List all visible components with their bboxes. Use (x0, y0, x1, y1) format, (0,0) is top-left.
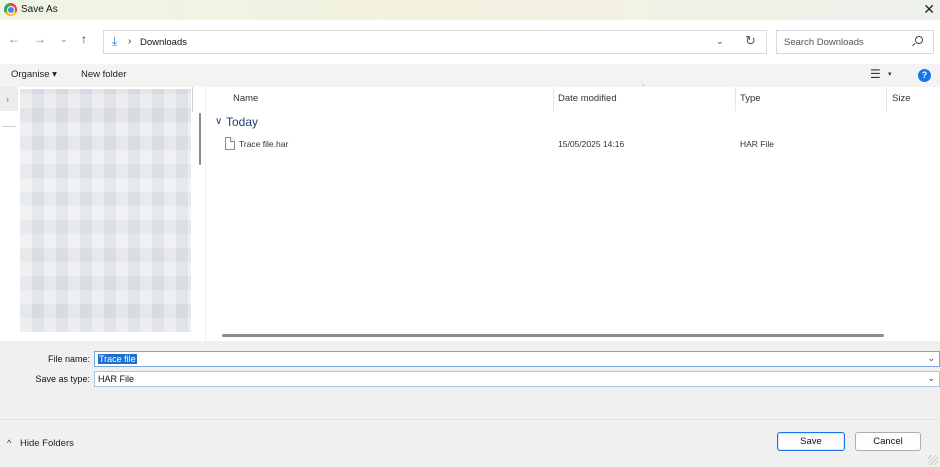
recent-locations-chevron-icon[interactable]: ⌄ (60, 34, 68, 45)
save-form: File name: Trace file ⌄ Save as type: HA… (0, 341, 940, 419)
divider (192, 87, 193, 112)
file-type-cell: HAR File (740, 139, 775, 149)
horizontal-scrollbar[interactable] (222, 334, 884, 337)
file-row[interactable]: Trace file.har 15/05/2025 14:16 HAR File (220, 137, 920, 152)
column-header-size[interactable]: Size (892, 93, 910, 104)
group-collapse-chevron-icon[interactable]: ∨ (215, 116, 222, 127)
divider (553, 87, 554, 111)
column-header-name[interactable]: Name (233, 93, 258, 104)
save-type-select[interactable]: HAR File ⌄ (94, 371, 940, 387)
sort-indicator-icon: ˇ (642, 85, 645, 92)
column-header-type[interactable]: Type (740, 93, 761, 104)
address-bar[interactable]: ⤓ › Downloads (103, 30, 767, 54)
file-date-cell: 15/05/2025 14:16 (558, 139, 625, 149)
navigation-tree-blurred (20, 89, 191, 332)
window-title: Save As (21, 4, 58, 15)
chevron-right-icon: › (6, 94, 9, 104)
close-icon[interactable]: ✕ (923, 1, 935, 18)
dialog-footer: ^ Hide Folders Save Cancel (0, 419, 940, 467)
file-name-dropdown-chevron-icon[interactable]: ⌄ (927, 353, 935, 364)
download-arrow-icon: ⤓ (112, 34, 118, 48)
search-placeholder: Search Downloads (784, 37, 864, 48)
nav-expand-toggle[interactable]: › (0, 87, 18, 111)
hide-folders-chevron-icon[interactable]: ^ (7, 438, 11, 448)
resize-grip[interactable] (928, 455, 938, 465)
view-options-icon[interactable]: ☰ (870, 67, 881, 81)
column-header-date-modified[interactable]: Date modified (558, 93, 617, 104)
save-type-value: HAR File (98, 374, 135, 384)
file-name-value: Trace file (98, 354, 137, 364)
divider (735, 87, 736, 111)
forward-arrow-icon[interactable]: → (34, 32, 46, 46)
save-type-dropdown-chevron-icon[interactable]: ⌄ (927, 373, 935, 384)
cancel-button[interactable]: Cancel (855, 432, 921, 451)
chrome-icon (4, 3, 17, 16)
file-icon (225, 137, 235, 150)
up-arrow-icon[interactable]: ↑ (81, 32, 87, 46)
hide-folders-button[interactable]: Hide Folders (20, 438, 74, 449)
breadcrumb-downloads[interactable]: Downloads (140, 37, 187, 48)
command-toolbar: Organise ▾ New folder ☰ ▾ ? (0, 64, 940, 87)
group-label-today[interactable]: Today (226, 115, 258, 129)
navigation-pane: › (0, 87, 206, 341)
file-name-label: File name: (47, 354, 90, 364)
address-dropdown-chevron-icon[interactable]: ⌄ (716, 36, 724, 47)
save-type-label: Save as type: (35, 374, 90, 384)
new-folder-button[interactable]: New folder (81, 69, 126, 80)
file-name-cell: Trace file.har (239, 139, 289, 149)
file-list: Name Date modified ˇ Type Size ∨ Today T… (206, 85, 940, 341)
help-icon[interactable]: ? (918, 69, 931, 82)
title-bar: Save As ✕ (0, 0, 940, 20)
file-name-input[interactable]: Trace file ⌄ (94, 351, 940, 367)
search-box[interactable]: Search Downloads (776, 30, 934, 54)
save-button[interactable]: Save (777, 432, 845, 451)
organise-button[interactable]: Organise ▾ (11, 69, 57, 80)
divider (886, 87, 887, 111)
breadcrumb-separator: › (128, 36, 132, 47)
address-row: ← → ⌄ ↑ ⤓ › Downloads ⌄ ↻ Search Downloa… (0, 20, 940, 64)
refresh-icon[interactable]: ↻ (745, 33, 756, 49)
nav-scrollbar[interactable] (199, 113, 201, 165)
search-icon[interactable] (915, 36, 923, 44)
back-arrow-icon[interactable]: ← (8, 32, 20, 46)
divider (2, 126, 16, 127)
view-options-caret-icon[interactable]: ▾ (888, 70, 892, 78)
